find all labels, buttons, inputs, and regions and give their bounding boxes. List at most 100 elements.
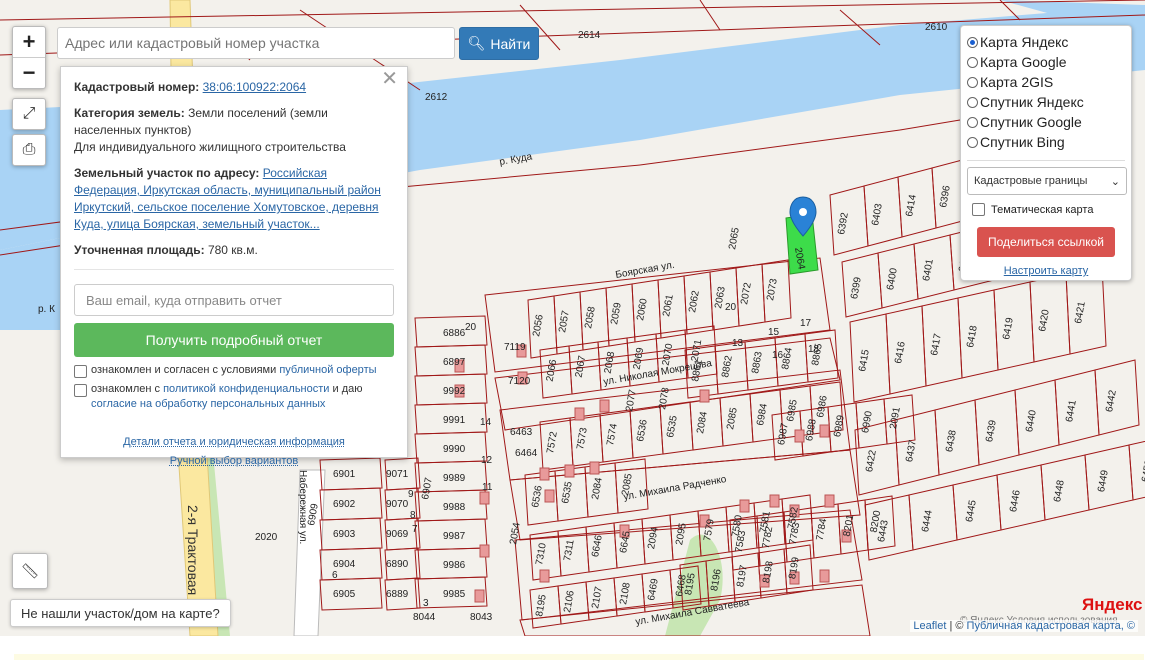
radio-button[interactable]	[967, 76, 978, 88]
cadastral-map-link[interactable]: Публичная кадастровая карта, ©	[967, 620, 1135, 632]
parcel-number: 9991	[443, 415, 466, 426]
parcel-number: 8044	[413, 612, 436, 623]
get-report-button[interactable]: Получить подробный отчет	[74, 323, 394, 357]
parcel-number: 7119	[504, 342, 526, 353]
parcel-number: 3	[423, 598, 429, 609]
printer-icon: ⎙	[22, 141, 36, 158]
layer-switcher: Карта Яндекс Карта Google Карта 2GIS Спутни…	[960, 25, 1132, 281]
cadastral-number-link[interactable]: 38:06:100922:2064	[203, 80, 306, 94]
basemap-options: Карта Яндекс Карта Google Карта 2GIS Спутни…	[967, 32, 1125, 152]
privacy-text-mid: и даю	[332, 383, 363, 395]
search-button-label: Найти	[490, 35, 531, 52]
building-footprint	[539, 569, 550, 583]
parcel-number: 6903	[333, 529, 356, 540]
building-footprint	[574, 407, 585, 421]
radio-button[interactable]	[967, 36, 978, 48]
basemap-option[interactable]: Карта 2GIS	[967, 72, 1125, 92]
building-footprint	[739, 499, 750, 513]
area-label: Уточненная площадь:	[74, 243, 205, 257]
privacy-agreement[interactable]: ознакомлен с политикой конфиденциальност…	[74, 382, 394, 412]
privacy-link[interactable]: политикой конфиденциальности	[163, 383, 329, 395]
parcel-number: 9992	[443, 386, 466, 397]
radio-button[interactable]	[967, 136, 978, 148]
bottom-strip	[14, 654, 1144, 660]
thematic-toggle[interactable]: Тематическая карта	[967, 203, 1125, 216]
parcel-number: 16	[772, 350, 784, 361]
area-2612: 2612	[425, 92, 448, 103]
parcel-number: 14	[480, 417, 492, 428]
parcel-number: 9990	[443, 444, 466, 455]
building-footprint	[699, 389, 710, 403]
expand-icon: ⤢	[22, 105, 36, 122]
offer-agreement[interactable]: ознакомлен и согласен с условиями публич…	[74, 363, 394, 378]
basemap-option[interactable]: Спутник Bing	[967, 132, 1125, 152]
ruler-button[interactable]: 📏︎	[12, 553, 48, 589]
parcel-number: 6463	[510, 427, 533, 438]
parcel-number: 9987	[443, 531, 466, 542]
consent-link[interactable]: согласие на обработку персональных данны…	[91, 398, 325, 410]
radio-button[interactable]	[967, 96, 978, 108]
search-input[interactable]	[57, 27, 455, 59]
parcel-number: 9070	[386, 499, 409, 510]
thematic-checkbox[interactable]	[972, 203, 985, 216]
share-link-button[interactable]: Поделиться ссылкой	[977, 227, 1115, 257]
land-category-label: Категория земель:	[74, 106, 185, 120]
chevron-down-icon: ⌄	[1110, 175, 1120, 188]
zoom-out-button[interactable]: −	[13, 57, 45, 88]
offer-text: ознакомлен и согласен с условиями	[91, 364, 277, 376]
close-icon[interactable]: ✕	[381, 69, 398, 89]
parcel-number: 9986	[443, 560, 466, 571]
zoom-in-button[interactable]: +	[13, 27, 45, 57]
parcel-number: 8043	[470, 612, 493, 623]
parcel-number: 9	[408, 489, 414, 500]
parcel-number: 9988	[443, 502, 466, 513]
radio-button[interactable]	[967, 116, 978, 128]
yandex-logo: Яндекс	[1082, 595, 1143, 614]
basemap-option[interactable]: Карта Google	[967, 52, 1125, 72]
building-footprint	[769, 494, 780, 508]
tune-map-link[interactable]: Настроить карту	[967, 265, 1125, 277]
privacy-checkbox[interactable]	[74, 384, 87, 397]
building-footprint	[479, 491, 490, 505]
parcel-number: 6902	[333, 499, 356, 510]
parcel-info-panel: ✕ Кадастровый номер: 38:06:100922:2064 К…	[60, 66, 408, 467]
parcel-number: 6901	[333, 469, 356, 480]
parcel-number: 9071	[386, 469, 409, 480]
address-label: Земельный участок по адресу:	[74, 166, 260, 180]
parcel-number: 17	[800, 318, 812, 329]
email-input[interactable]: Ваш email, куда отправить отчет	[74, 284, 394, 316]
building-footprint	[539, 467, 550, 481]
basemap-option[interactable]: Карта Яндекс	[967, 32, 1125, 52]
radio-button[interactable]	[967, 56, 978, 68]
offer-link[interactable]: публичной оферты	[279, 364, 376, 376]
building-footprint	[564, 464, 575, 478]
parcel-number: 7	[412, 524, 418, 535]
basemap-option[interactable]: Спутник Яндекс	[967, 92, 1125, 112]
thematic-label: Тематическая карта	[991, 203, 1094, 216]
report-details-link[interactable]: Детали отчета и юридическая информация	[74, 434, 394, 451]
print-button[interactable]: ⎙	[12, 134, 46, 166]
parcel-number: 15	[768, 327, 780, 338]
parcel-number: 12	[481, 455, 493, 466]
building-footprint	[819, 424, 830, 438]
basemap-option-label: Карта 2GIS	[980, 74, 1054, 90]
basemap-option-label: Карта Яндекс	[980, 34, 1069, 50]
not-found-button[interactable]: Не нашли участок/дом на карте?	[10, 599, 231, 627]
parcel-number: 18	[808, 344, 820, 355]
building-footprint	[474, 589, 485, 603]
building-footprint	[819, 569, 830, 583]
overlay-select[interactable]: Кадастровые границы ⌄	[967, 167, 1127, 195]
basemap-option-label: Карта Google	[980, 54, 1067, 70]
basemap-option[interactable]: Спутник Google	[967, 112, 1125, 132]
search-button[interactable]: 🔍︎ Найти	[459, 27, 539, 60]
parcel-number: 6904	[333, 559, 356, 570]
leaflet-link[interactable]: Leaflet	[913, 620, 946, 632]
parcel-number: 6886	[443, 328, 466, 339]
ruler-icon: 📏︎	[20, 563, 40, 580]
manual-selection-link[interactable]: Ручной выбор вариантов	[74, 453, 394, 470]
building-footprint	[599, 399, 610, 413]
fullscreen-button[interactable]: ⤢	[12, 98, 46, 130]
map-attribution: Leaflet | © Публичная кадастровая карта,…	[910, 620, 1138, 632]
basemap-option-label: Спутник Google	[980, 114, 1082, 130]
offer-checkbox[interactable]	[74, 365, 87, 378]
